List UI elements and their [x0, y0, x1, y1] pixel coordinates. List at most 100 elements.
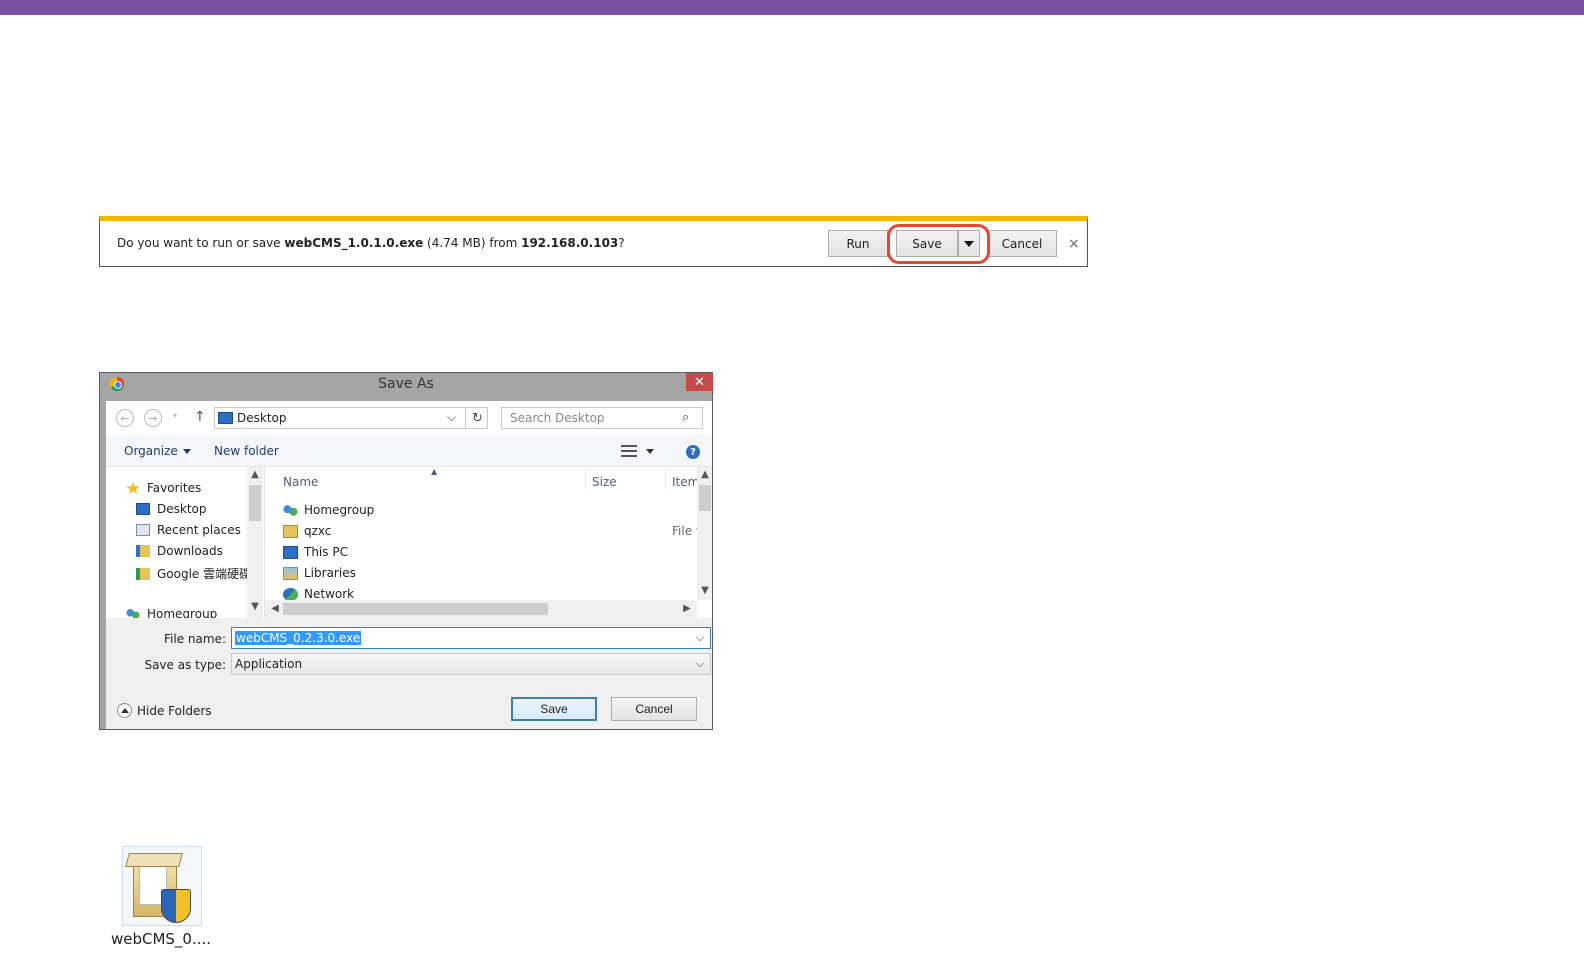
close-icon[interactable]: ✕: [686, 373, 713, 391]
forward-arrow-icon[interactable]: →: [144, 409, 162, 427]
up-arrow-icon[interactable]: ↑: [194, 409, 206, 425]
scroll-left-icon[interactable]: ◀: [267, 603, 283, 614]
nav-item-downloads[interactable]: Downloads: [136, 544, 223, 558]
address-text: Desktop: [237, 411, 287, 425]
dialog-cancel-button[interactable]: Cancel: [611, 697, 697, 721]
list-item[interactable]: qzxc: [283, 524, 331, 538]
chevron-down-icon[interactable]: ⌵: [696, 657, 704, 671]
download-filename: webCMS_1.0.1.0.exe: [284, 236, 424, 250]
desktop-icon: [218, 412, 233, 424]
nav-item-label: Favorites: [147, 481, 202, 495]
nav-item-label: Downloads: [157, 544, 223, 558]
nav-item-google-drive[interactable]: Google 雲端硬碟: [136, 565, 251, 582]
back-arrow-icon[interactable]: ←: [116, 409, 134, 427]
address-toolbar: ← → ▾ ↑ Desktop ⌵ ↻ Search Desktop ⌕: [106, 401, 712, 435]
column-header-size[interactable]: Size: [592, 475, 617, 489]
chevron-down-icon: [182, 449, 191, 454]
file-name: qzxc: [304, 524, 332, 538]
desktop-icon: [136, 503, 150, 515]
file-name-field[interactable]: webCMS_0.2.3.0.exe ⌵: [231, 627, 711, 649]
desktop-icon-label[interactable]: webCMS_0....: [100, 930, 222, 948]
installer-package-icon[interactable]: [122, 846, 202, 926]
scroll-down-icon[interactable]: ▼: [697, 585, 712, 596]
nav-item-desktop[interactable]: Desktop: [136, 502, 207, 516]
save-type-value: Application: [235, 657, 303, 671]
list-item[interactable]: Homegroup: [283, 503, 374, 517]
dialog-title-bar[interactable]: Save As ✕: [100, 373, 713, 395]
command-bar: Organize New folder ?: [106, 435, 712, 467]
nav-pane-scrollbar[interactable]: ▲ ▼: [247, 467, 263, 618]
star-icon: [126, 482, 140, 494]
file-name: This PC: [304, 545, 348, 559]
message-suffix: ?: [618, 236, 625, 250]
list-item[interactable]: Network: [283, 587, 354, 601]
recent-locations-chevron-icon[interactable]: ▾: [173, 411, 177, 420]
save-type-select[interactable]: Application ⌵: [231, 653, 711, 675]
scrollbar-thumb[interactable]: [699, 485, 711, 511]
column-divider[interactable]: [585, 469, 586, 489]
dialog-save-button[interactable]: Save: [511, 697, 597, 721]
save-as-dialog: Save As ✕ ← → ▾ ↑ Desktop ⌵ ↻ Search Des…: [99, 372, 713, 730]
column-header-name[interactable]: Name: [283, 475, 318, 489]
search-input[interactable]: Search Desktop ⌕: [501, 407, 703, 429]
chevron-up-icon: [117, 703, 132, 718]
computer-icon: [283, 545, 298, 559]
organize-button[interactable]: Organize: [124, 444, 191, 458]
download-host: 192.168.0.103: [521, 236, 619, 250]
hide-folders-button[interactable]: Hide Folders: [117, 703, 212, 718]
organize-label: Organize: [124, 444, 178, 458]
save-highlight-annotation: [887, 224, 990, 264]
hide-folders-label: Hide Folders: [137, 703, 212, 718]
view-options-icon[interactable]: [621, 445, 637, 457]
scroll-up-icon[interactable]: ▲: [697, 469, 712, 480]
folder-user-icon: [283, 524, 298, 538]
nav-item-homegroup[interactable]: Homegroup: [126, 607, 217, 618]
help-icon[interactable]: ?: [686, 445, 700, 459]
package-lid-shape: [125, 853, 183, 867]
file-list-horizontal-scrollbar[interactable]: ◀ ▶: [265, 600, 697, 618]
list-item[interactable]: Libraries: [283, 566, 356, 580]
chevron-down-icon[interactable]: [646, 449, 654, 454]
homegroup-icon: [283, 503, 298, 517]
column-divider[interactable]: [665, 469, 666, 489]
top-accent-bar: [0, 0, 1584, 15]
address-bar[interactable]: Desktop ⌵ ↻: [214, 407, 488, 429]
shield-icon: [161, 889, 191, 923]
libraries-icon: [283, 566, 298, 580]
google-drive-icon: [136, 567, 150, 580]
scroll-right-icon[interactable]: ▶: [679, 603, 695, 614]
file-name: Network: [304, 587, 355, 601]
nav-item-label: Recent places: [157, 523, 241, 537]
cancel-button[interactable]: Cancel: [987, 230, 1057, 257]
file-name-label: File name:: [164, 632, 226, 646]
refresh-icon[interactable]: ↻: [465, 408, 489, 428]
file-list-pane: ▲ Name Size Item Homegroup qzxc File f T…: [264, 467, 712, 618]
file-name: Libraries: [304, 566, 356, 580]
chevron-down-icon[interactable]: ⌵: [447, 410, 456, 425]
search-icon[interactable]: ⌕: [682, 410, 689, 425]
list-item[interactable]: This PC: [283, 545, 348, 559]
new-folder-button[interactable]: New folder: [214, 444, 279, 458]
dialog-body: ← → ▾ ↑ Desktop ⌵ ↻ Search Desktop ⌕ Org…: [106, 401, 712, 729]
scroll-up-icon[interactable]: ▲: [247, 469, 263, 480]
nav-item-recent-places[interactable]: Recent places: [136, 523, 241, 537]
scroll-down-icon[interactable]: ▼: [247, 601, 263, 612]
chevron-down-icon[interactable]: ⌵: [696, 631, 704, 645]
downloads-icon: [136, 545, 150, 557]
download-message: Do you want to run or save webCMS_1.0.1.…: [117, 236, 625, 250]
download-notification-bar: Do you want to run or save webCMS_1.0.1.…: [99, 216, 1088, 267]
download-size: (4.74 MB) from: [423, 236, 522, 250]
nav-item-favorites[interactable]: Favorites: [126, 481, 201, 495]
nav-item-label: Google 雲端硬碟: [157, 567, 252, 581]
dialog-title: Save As: [378, 376, 434, 392]
message-prefix: Do you want to run or save: [117, 236, 285, 250]
file-list-vertical-scrollbar[interactable]: ▲ ▼: [697, 467, 712, 600]
run-button[interactable]: Run: [828, 230, 888, 257]
navigation-pane: Favorites Desktop Recent places Download…: [106, 467, 264, 618]
column-header-type[interactable]: Item: [672, 475, 699, 489]
scrollbar-thumb[interactable]: [249, 485, 261, 521]
homegroup-icon: [126, 608, 140, 618]
scrollbar-thumb[interactable]: [283, 603, 548, 615]
close-icon[interactable]: ×: [1068, 236, 1080, 252]
sort-ascending-icon: ▲: [431, 467, 438, 476]
